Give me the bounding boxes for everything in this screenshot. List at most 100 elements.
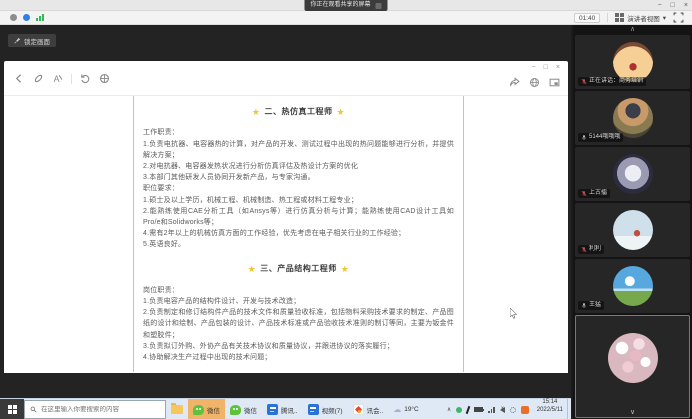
show-desktop-button[interactable]: [567, 399, 571, 419]
mic-muted-icon: [581, 78, 587, 85]
meeting-statusbar: 01:40 演讲者视图 ▾: [0, 11, 692, 25]
close-icon[interactable]: ×: [684, 0, 688, 11]
doc-line: 1.负责电容产品的结构件设计、开发与技术改造；: [143, 296, 454, 307]
meeting-window: 你正在观看共享的屏幕 − □ × 01:40 演讲者视图 ▾: [0, 0, 692, 419]
notification-text: 你正在观看共享的屏幕: [310, 0, 370, 11]
participant-name-tag: 王猛: [578, 301, 604, 310]
titlebar: 你正在观看共享的屏幕 − □ ×: [0, 0, 692, 11]
doc-minimize-icon[interactable]: −: [532, 64, 536, 71]
doc-line: 1.硕士及以上学历，机械工程、机械制造、热工程或材料工程专业；: [143, 195, 454, 206]
star-icon: ★: [248, 264, 257, 274]
scroll-more-icon[interactable]: ∨: [630, 408, 635, 416]
volume-muted-icon[interactable]: [500, 407, 505, 413]
fullscreen-icon[interactable]: [673, 12, 684, 23]
pip-window-icon[interactable]: [549, 77, 560, 88]
doc-line: 4.需有2年以上的机械仿真方面的工作经验，优先考虑在电子相关行业的工作经验；: [143, 228, 454, 239]
wechat-icon: [193, 405, 204, 415]
minimize-icon[interactable]: −: [658, 0, 662, 11]
taskbar-weather[interactable]: ☁ 19°C: [388, 399, 424, 419]
participant-name: 利利: [589, 246, 601, 253]
mouse-cursor: [510, 308, 518, 319]
divider: [607, 13, 608, 22]
star-icon: ★: [337, 107, 346, 117]
share-icon[interactable]: [509, 77, 520, 88]
text-style-icon[interactable]: A: [52, 73, 63, 84]
pin-icon: [14, 37, 21, 44]
divider: [71, 74, 72, 84]
restore-icon[interactable]: □: [671, 0, 675, 11]
doc-line: 1.负责电抗器、电容器热的计算，对产品的开发、测试过程中出现的热问题能够进行分析…: [143, 139, 454, 161]
block-heading: 工作职责：: [143, 127, 454, 138]
avatar-snow-scene: [613, 210, 653, 250]
participant-name-tag: 利利: [578, 245, 604, 254]
network-icon[interactable]: [488, 407, 495, 413]
windows-logo-icon: [8, 405, 17, 414]
doc-close-icon[interactable]: ×: [556, 64, 560, 71]
tray-green-icon[interactable]: [456, 407, 462, 413]
participant-tile[interactable]: 上古擂: [575, 147, 690, 201]
participant-name: 上古擂: [589, 190, 607, 197]
section-title-structure: ★三、产品结构工程师★: [143, 262, 454, 276]
pin-view-button[interactable]: 锁定画面: [8, 34, 56, 47]
avatar-cartoon-face: [613, 42, 653, 82]
clock-date: 2022/5/11: [537, 407, 563, 415]
screen-share-notification: 你正在观看共享的屏幕: [304, 0, 387, 11]
taskbar-app-explorer[interactable]: [166, 399, 188, 419]
taskbar-app-docs-window[interactable]: 视频(7): [303, 399, 348, 419]
taskbar-clock[interactable]: 15:14 2022/5/11: [533, 399, 567, 419]
star-icon: ★: [252, 107, 261, 117]
participant-tile-selected[interactable]: ∨: [575, 315, 690, 418]
back-icon[interactable]: [14, 73, 25, 84]
block-heading: 岗位职责：: [143, 285, 454, 296]
participant-name-tag: 5144哦哦哦: [578, 133, 623, 142]
tray-expand-icon[interactable]: ∧: [447, 406, 451, 413]
doc-line: 2.能熟练使用CAE分析工具（如Ansys等）进行仿真分析与计算；能熟练使用CA…: [143, 206, 454, 228]
tray-meeting-icon[interactable]: [521, 406, 529, 414]
pin-label: 锁定画面: [24, 36, 50, 46]
avatar-photo-cap: [613, 98, 653, 138]
chevron-down-icon: ▾: [663, 14, 666, 22]
doc-line: 5.英语良好。: [143, 239, 454, 250]
settings-icon[interactable]: [510, 407, 516, 413]
search-input[interactable]: [41, 406, 151, 413]
cloud-icon: ☁: [393, 405, 401, 414]
mic-muted-icon: [581, 246, 587, 253]
participant-tile[interactable]: 5144哦哦哦: [575, 91, 690, 145]
participant-tile[interactable]: 正在讲话：商务培训: [575, 35, 690, 89]
link-icon[interactable]: [33, 73, 44, 84]
meeting-info-icon[interactable]: [23, 14, 30, 21]
tencent-docs-icon: [308, 404, 319, 415]
temperature: 19°C: [404, 406, 419, 413]
participant-tile[interactable]: 利利: [575, 203, 690, 257]
record-status-icon[interactable]: [10, 14, 17, 21]
mic-icon: [581, 302, 587, 309]
sidebar-collapse-icon[interactable]: ∧: [573, 25, 692, 34]
star-icon: ★: [341, 264, 350, 274]
start-button[interactable]: [0, 399, 24, 419]
doc-restore-icon[interactable]: □: [544, 64, 548, 71]
app-label: 微信: [244, 405, 257, 415]
meeting-duration: 01:40: [574, 13, 600, 23]
avatar-blossoms: [608, 333, 658, 383]
battery-icon[interactable]: [474, 407, 483, 412]
taskbar-app-wechat[interactable]: 微信: [225, 399, 262, 419]
taskbar-search[interactable]: [24, 400, 166, 419]
windows-taskbar: 微信 微信 腾讯.. 视频(7) 讯会.. ☁ 19°C: [0, 398, 571, 419]
taskbar-app-tencent-docs[interactable]: 腾讯..: [262, 399, 303, 419]
doc-line: 4.协助解决生产过程中出现的技术问题；: [143, 352, 454, 363]
section-title-thermal: ★二、热仿真工程师★: [143, 105, 454, 119]
clock-time: 15:14: [537, 399, 563, 407]
document-page[interactable]: ★二、热仿真工程师★ 工作职责： 1.负责电抗器、电容器热的计算，对产品的开发、…: [133, 96, 464, 372]
tray-pen-icon[interactable]: [466, 405, 471, 413]
meeting-logo-icon: [376, 3, 382, 9]
participant-name: 正在讲话：商务培训: [589, 78, 643, 85]
taskbar-app-meeting[interactable]: 讯会..: [348, 399, 389, 419]
browser-icon[interactable]: [99, 73, 110, 84]
taskbar-app-wechat-active[interactable]: 微信: [188, 399, 225, 419]
wechat-icon: [230, 405, 241, 415]
refresh-icon[interactable]: [80, 73, 91, 84]
participant-tile[interactable]: 王猛: [575, 259, 690, 313]
globe-icon[interactable]: [529, 77, 540, 88]
view-mode-selector[interactable]: 演讲者视图 ▾: [615, 13, 666, 23]
app-label: 腾讯..: [281, 405, 298, 415]
